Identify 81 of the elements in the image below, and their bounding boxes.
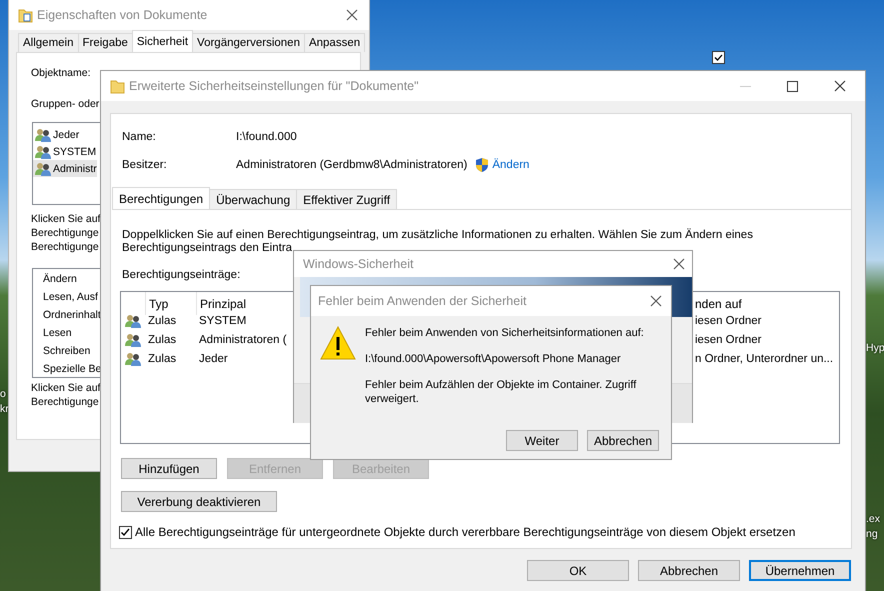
users-icon [125, 352, 141, 366]
tab[interactable]: Allgemein [18, 33, 78, 52]
shield-icon [475, 157, 490, 173]
users-icon [35, 144, 51, 158]
table-cell-text: iesen Ordner [695, 314, 762, 328]
group-name: Jeder [53, 128, 80, 142]
group-list-item[interactable]: SYSTEM [33, 143, 96, 160]
desktop-icon-label[interactable]: Hyp [866, 342, 884, 354]
users-icon [125, 332, 141, 346]
close-icon [834, 80, 846, 92]
permission-name: Lesen, Ausf [42, 290, 98, 305]
close-icon [650, 295, 662, 307]
group-list-item[interactable]: Administr [33, 160, 97, 177]
close-icon [673, 258, 685, 270]
users-icon [35, 162, 51, 176]
tab[interactable]: Sicherheit [132, 30, 194, 52]
description-text: Doppelklicken Sie auf einen Berechtigungseintrag, um zusätzliche Informationen zu erhalten. Wählen Sie zum Ändern eines [122, 229, 754, 242]
dialog-button[interactable]: Weiter [506, 430, 578, 451]
hint-text: Berechtigunge [31, 395, 99, 409]
table-cell-text: iesen Ordner [695, 332, 762, 348]
permission-name: Ordnerinhalt [42, 308, 101, 323]
dialog-button[interactable]: Abbrechen [638, 560, 740, 581]
desktop-icon-label[interactable]: .ex [866, 513, 880, 525]
description-text: Berechtigungseintrags den Eintra [122, 242, 294, 255]
check-icon [120, 526, 131, 538]
desktop-icon-label[interactable]: kr [0, 403, 9, 415]
error-path: I:\found.000\Apowersoft\Apowersoft Phone Manager [365, 352, 622, 366]
users-icon [125, 314, 141, 328]
action-button[interactable]: Hinzufügen [121, 458, 217, 479]
window-title: Eigenschaften von Dokumente [37, 8, 208, 22]
tab[interactable]: Effektiver Zugriff [296, 189, 398, 209]
field-value: I:\found.000 [236, 131, 297, 143]
warning-icon [320, 326, 356, 360]
change-link[interactable]: Ändern [492, 159, 530, 171]
users-icon [35, 128, 51, 142]
table-cell-text: Jeder [198, 352, 228, 366]
section-label: Berechtigungseinträge: [122, 269, 242, 283]
desktop-icon-label[interactable]: ng [866, 528, 878, 540]
desktop-icon-label[interactable]: o [0, 388, 6, 400]
error-detail: Fehler beim Aufzählen der Objekte im Container. Zugriff verweigert. [365, 378, 638, 406]
tab[interactable]: Anpassen [304, 33, 366, 52]
field-label: Objektname: [31, 66, 91, 80]
maximize-icon [787, 80, 798, 92]
error-message: Fehler beim Anwenden von Sicherheitsinformationen auf: [365, 326, 645, 340]
table-cell-text: Zulas [147, 352, 176, 366]
tab[interactable]: Berechtigungen [112, 187, 210, 209]
window-title: Windows-Sicherheit [303, 257, 414, 271]
checkbox-label: Alle Berechtigungseinträge für untergeordnete Objekte durch vererbbare Berechtigungseinträge von diesem Objekt ersetzen [135, 525, 796, 539]
table-cell-text: SYSTEM [198, 314, 246, 328]
checkbox[interactable] [119, 526, 132, 538]
column-header[interactable]: nden auf [695, 292, 839, 315]
dialog-button[interactable]: Übernehmen [749, 560, 851, 581]
table-cell-text: Zulas [147, 332, 176, 348]
hint-text: Klicken Sie auf [31, 212, 100, 226]
table-cell-text: Administratoren ( [198, 332, 287, 348]
permission-name: Ändern [42, 272, 77, 287]
close-icon [346, 9, 358, 21]
hint-text: Berechtigunge [31, 240, 99, 254]
folder-icon [18, 8, 33, 22]
group-list-item[interactable]: Jeder [33, 126, 80, 143]
checkbox-icon [712, 51, 725, 64]
column-header[interactable]: Typ [145, 292, 196, 315]
folder-icon [110, 78, 125, 94]
hint-text: Klicken Sie auf [31, 381, 100, 395]
dialog-title: Fehler beim Anwenden der Sicherheit [318, 294, 528, 308]
table-cell-text: Zulas [147, 314, 176, 328]
field-label: Name: [122, 131, 157, 143]
field-label: Gruppen- oder [31, 97, 100, 111]
permission-name: Schreiben [42, 344, 90, 359]
permission-name: Lesen [42, 326, 72, 341]
field-label: Besitzer: [122, 159, 168, 171]
window-title: Erweiterte Sicherheitseinstellungen für "Dokumente" [129, 79, 420, 93]
field-value: Administratoren (Gerdbmw8\Administratoren) [236, 159, 468, 171]
table-cell-text: n Ordner, Unterordner un... [695, 352, 834, 366]
dialog-button[interactable]: OK [527, 560, 629, 581]
inheritance-button[interactable]: Vererbung deaktivieren [121, 491, 277, 512]
group-name: Administr [53, 162, 97, 176]
dialog-button[interactable]: Abbrechen [587, 430, 659, 451]
group-name: SYSTEM [53, 144, 96, 158]
hint-text: Berechtigunge [31, 226, 99, 240]
tab[interactable]: Überwachung [209, 189, 298, 209]
